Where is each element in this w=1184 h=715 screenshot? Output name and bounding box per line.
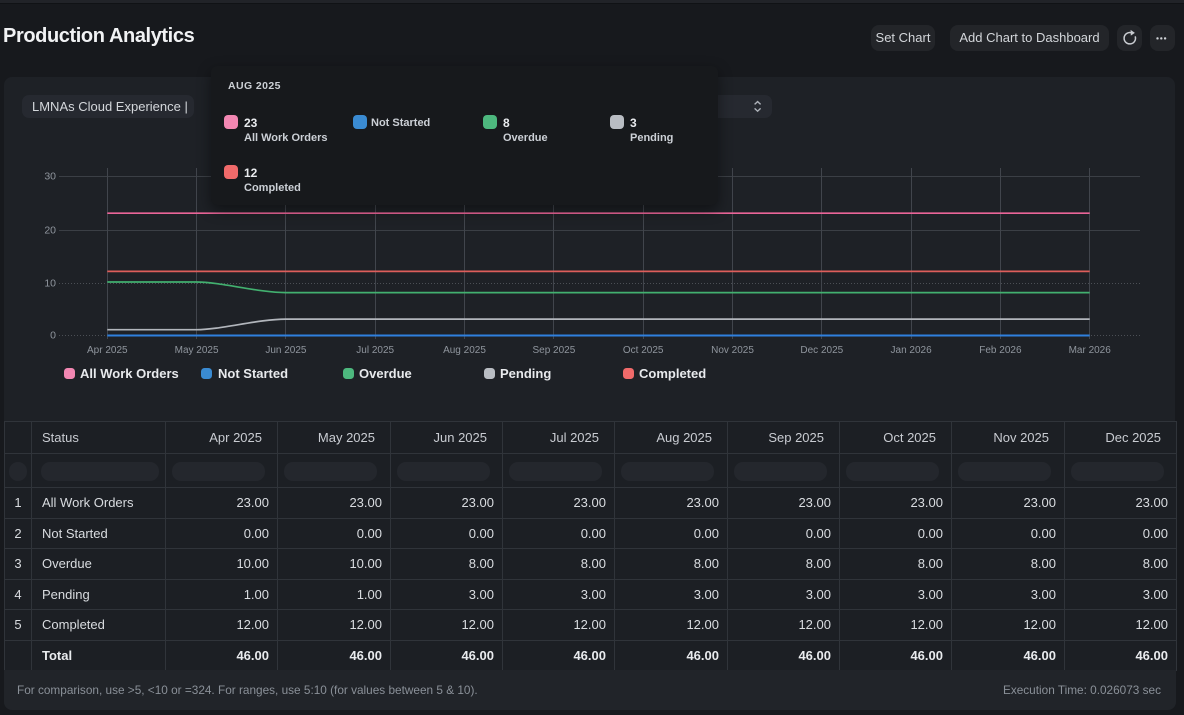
svg-text:Sep 2025: Sep 2025 <box>532 345 575 356</box>
svg-text:Feb 2026: Feb 2026 <box>979 345 1022 356</box>
svg-text:Jun 2025: Jun 2025 <box>265 345 307 356</box>
svg-text:Aug 2025: Aug 2025 <box>443 345 486 356</box>
svg-text:0: 0 <box>50 330 56 342</box>
svg-text:May 2025: May 2025 <box>175 345 219 356</box>
svg-text:20: 20 <box>44 225 56 237</box>
svg-text:Jan 2026: Jan 2026 <box>891 345 933 356</box>
svg-text:30: 30 <box>44 171 56 183</box>
svg-text:Apr 2025: Apr 2025 <box>87 345 128 356</box>
svg-text:Oct 2025: Oct 2025 <box>623 345 664 356</box>
svg-text:10: 10 <box>44 278 56 290</box>
svg-text:Mar 2026: Mar 2026 <box>1069 345 1112 356</box>
svg-text:Nov 2025: Nov 2025 <box>711 345 754 356</box>
svg-text:Dec 2025: Dec 2025 <box>800 345 843 356</box>
svg-text:Jul 2025: Jul 2025 <box>356 345 394 356</box>
